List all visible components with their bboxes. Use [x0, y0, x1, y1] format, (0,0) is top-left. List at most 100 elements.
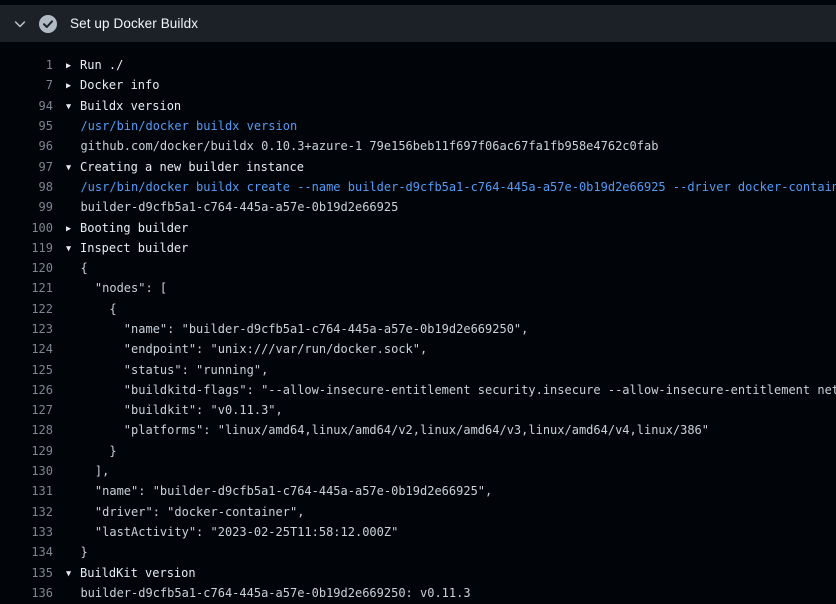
line-number[interactable]: 98	[0, 180, 53, 194]
log-group-title[interactable]: ▶Docker info	[66, 78, 159, 92]
group-title-label: Docker info	[80, 78, 159, 92]
log-output-text: {	[66, 261, 88, 275]
log-output-text: github.com/docker/buildx 0.10.3+azure-1 …	[66, 139, 658, 153]
line-number[interactable]: 119	[0, 241, 53, 255]
log-output-text: builder-d9cfb5a1-c764-445a-a57e-0b19d2e6…	[66, 200, 398, 214]
log-output-text: builder-d9cfb5a1-c764-445a-a57e-0b19d2e6…	[66, 586, 471, 600]
log-output-text: ],	[66, 464, 109, 478]
log-line: 131 "name": "builder-d9cfb5a1-c764-445a-…	[0, 481, 836, 501]
triangle-right-icon: ▶	[66, 224, 80, 234]
log-group-title[interactable]: ▼Inspect builder	[66, 241, 188, 255]
group-title-label: Inspect builder	[80, 241, 188, 255]
line-number[interactable]: 100	[0, 221, 53, 235]
log-output-text: "buildkit": "v0.11.3",	[66, 403, 283, 417]
log-line: 96 github.com/docker/buildx 0.10.3+azure…	[0, 136, 836, 156]
log-line: 132 "driver": "docker-container",	[0, 502, 836, 522]
log-line[interactable]: 94 ▼Buildx version	[0, 96, 836, 116]
log-group-title[interactable]: ▼BuildKit version	[66, 566, 196, 580]
line-number[interactable]: 133	[0, 525, 53, 539]
line-number[interactable]: 125	[0, 363, 53, 377]
line-number[interactable]: 129	[0, 444, 53, 458]
log-output-text: "lastActivity": "2023-02-25T11:58:12.000…	[66, 525, 398, 539]
log-line: 125 "status": "running",	[0, 359, 836, 379]
log-output-text: "nodes": [	[66, 281, 167, 295]
line-number[interactable]: 130	[0, 464, 53, 478]
step-header[interactable]: Set up Docker Buildx	[0, 5, 836, 42]
log-output-text: "platforms": "linux/amd64,linux/amd64/v2…	[66, 423, 709, 437]
log-line[interactable]: 97 ▼Creating a new builder instance	[0, 156, 836, 176]
log-group-title[interactable]: ▼Creating a new builder instance	[66, 160, 304, 174]
line-number[interactable]: 128	[0, 423, 53, 437]
line-number[interactable]: 120	[0, 261, 53, 275]
log-line: 124 "endpoint": "unix:///var/run/docker.…	[0, 339, 836, 359]
line-number[interactable]: 1	[0, 58, 53, 72]
line-number[interactable]: 136	[0, 586, 53, 600]
triangle-down-icon: ▼	[66, 569, 80, 579]
line-number[interactable]: 126	[0, 383, 53, 397]
log-line: 133 "lastActivity": "2023-02-25T11:58:12…	[0, 522, 836, 542]
log-line: 136 builder-d9cfb5a1-c764-445a-a57e-0b19…	[0, 583, 836, 603]
log-line[interactable]: 135 ▼BuildKit version	[0, 562, 836, 582]
log-line: 98 /usr/bin/docker buildx create --name …	[0, 177, 836, 197]
group-title-label: Booting builder	[80, 221, 188, 235]
line-number[interactable]: 94	[0, 99, 53, 113]
triangle-right-icon: ▶	[66, 61, 80, 71]
log-line: 99 builder-d9cfb5a1-c764-445a-a57e-0b19d…	[0, 197, 836, 217]
line-number[interactable]: 121	[0, 281, 53, 295]
triangle-down-icon: ▼	[66, 163, 80, 173]
log-command-text: /usr/bin/docker buildx version	[66, 119, 297, 133]
log-output-text: "buildkitd-flags": "--allow-insecure-ent…	[66, 383, 836, 397]
log-line: 130 ],	[0, 461, 836, 481]
log-line: 122 {	[0, 299, 836, 319]
log-output-text: "endpoint": "unix:///var/run/docker.sock…	[66, 342, 427, 356]
group-title-label: Buildx version	[80, 99, 181, 113]
line-number[interactable]: 99	[0, 200, 53, 214]
line-number[interactable]: 134	[0, 545, 53, 559]
log-output-text: }	[66, 444, 117, 458]
line-number[interactable]: 131	[0, 484, 53, 498]
log-output-text: "name": "builder-d9cfb5a1-c764-445a-a57e…	[66, 484, 492, 498]
log-line: 129 }	[0, 441, 836, 461]
log-line: 121 "nodes": [	[0, 278, 836, 298]
line-number[interactable]: 135	[0, 566, 53, 580]
group-title-label: BuildKit version	[80, 566, 196, 580]
line-number[interactable]: 122	[0, 302, 53, 316]
line-number[interactable]: 95	[0, 119, 53, 133]
log-console: 1▶Run ./7▶Docker info94▼Buildx version95…	[0, 55, 836, 603]
line-number[interactable]: 7	[0, 78, 53, 92]
line-number[interactable]: 124	[0, 342, 53, 356]
line-number[interactable]: 97	[0, 160, 53, 174]
log-output-text: "driver": "docker-container",	[66, 505, 304, 519]
log-line[interactable]: 119 ▼Inspect builder	[0, 238, 836, 258]
log-output-text: "status": "running",	[66, 363, 268, 377]
log-group-title[interactable]: ▶Run ./	[66, 58, 123, 72]
log-group-title[interactable]: ▶Booting builder	[66, 221, 188, 235]
triangle-down-icon: ▼	[66, 244, 80, 254]
log-line: 127 "buildkit": "v0.11.3",	[0, 400, 836, 420]
group-title-label: Run ./	[80, 58, 123, 72]
log-line: 123 "name": "builder-d9cfb5a1-c764-445a-…	[0, 319, 836, 339]
step-title: Set up Docker Buildx	[70, 16, 198, 31]
log-line: 120 {	[0, 258, 836, 278]
log-command-text: /usr/bin/docker buildx create --name bui…	[66, 180, 836, 194]
log-line[interactable]: 1 ▶Run ./	[0, 55, 836, 75]
line-number[interactable]: 96	[0, 139, 53, 153]
log-output-text: }	[66, 545, 88, 559]
log-output-text: "name": "builder-d9cfb5a1-c764-445a-a57e…	[66, 322, 528, 336]
log-line: 95 /usr/bin/docker buildx version	[0, 116, 836, 136]
log-line: 126 "buildkitd-flags": "--allow-insecure…	[0, 380, 836, 400]
log-output-text: {	[66, 302, 117, 316]
triangle-right-icon: ▶	[66, 81, 80, 91]
group-title-label: Creating a new builder instance	[80, 160, 304, 174]
log-line[interactable]: 100 ▶Booting builder	[0, 217, 836, 237]
log-line: 128 "platforms": "linux/amd64,linux/amd6…	[0, 420, 836, 440]
check-circle-icon	[38, 14, 58, 34]
chevron-down-icon[interactable]	[12, 16, 28, 32]
log-line: 134 }	[0, 542, 836, 562]
log-group-title[interactable]: ▼Buildx version	[66, 99, 181, 113]
line-number[interactable]: 123	[0, 322, 53, 336]
log-line[interactable]: 7 ▶Docker info	[0, 75, 836, 95]
line-number[interactable]: 132	[0, 505, 53, 519]
line-number[interactable]: 127	[0, 403, 53, 417]
triangle-down-icon: ▼	[66, 102, 80, 112]
